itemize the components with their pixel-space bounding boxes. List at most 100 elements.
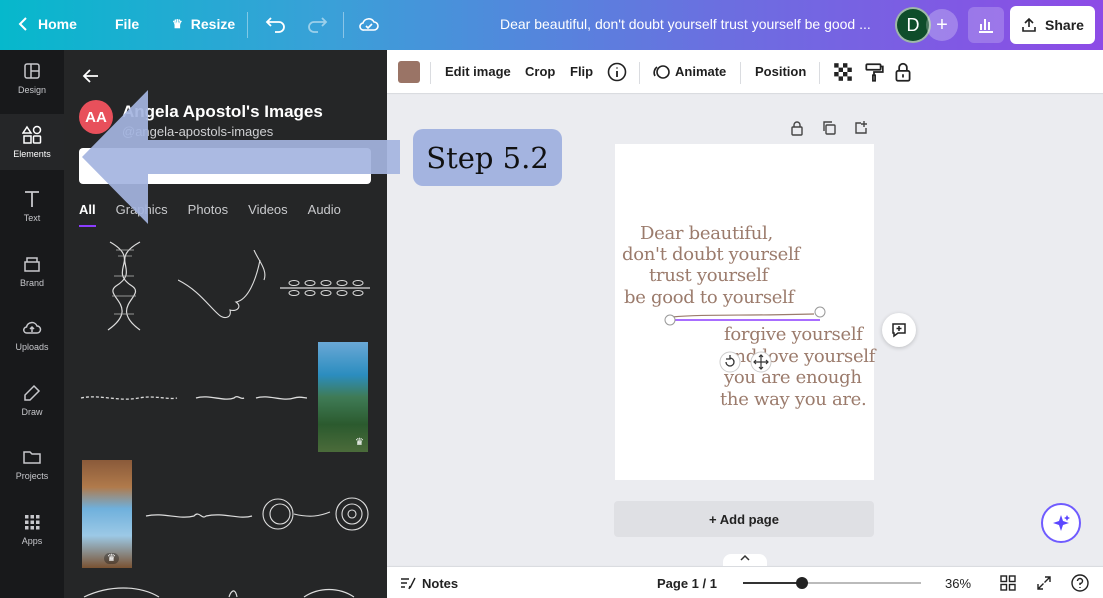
layout-icon (24, 63, 40, 79)
lock-page-icon[interactable] (789, 120, 805, 136)
redo-icon[interactable] (306, 14, 328, 34)
laurel-branch-graphic[interactable] (278, 274, 372, 302)
crown-icon: ♛ (172, 17, 183, 31)
divider (247, 12, 248, 38)
ocean-cliff-photo[interactable]: ♛ (318, 342, 368, 452)
share-label: Share (1045, 17, 1084, 33)
selected-flourish-element[interactable] (664, 306, 828, 326)
home-button[interactable]: Home (18, 16, 77, 32)
step-label-annotation: Step 5.2 (413, 129, 562, 186)
divider (430, 62, 431, 84)
quote-line[interactable]: forgive yourself (724, 324, 863, 346)
chevron-left-icon (18, 17, 27, 31)
rail-item-design[interactable]: Design (0, 50, 64, 106)
grid-icon (25, 515, 40, 530)
cloud-saved-icon[interactable] (358, 13, 380, 35)
add-page-button[interactable]: + Add page (614, 501, 874, 537)
info-icon[interactable] (606, 61, 628, 83)
sparkle-icon (1053, 515, 1070, 531)
edit-toolbar: Edit image Crop Flip Animate Position (387, 50, 1103, 94)
move-handle-icon[interactable] (750, 351, 772, 373)
divider (819, 62, 820, 84)
quote-line[interactable]: don't doubt yourself (622, 244, 800, 266)
edit-image-button[interactable]: Edit image (445, 64, 511, 79)
add-collaborator-button[interactable]: + (926, 9, 958, 41)
resize-label: Resize (190, 16, 236, 32)
add-comment-button[interactable] (882, 313, 916, 347)
quote-line[interactable]: Dear beautiful, (640, 223, 773, 245)
holding-hands-line-graphic[interactable] (178, 250, 270, 322)
beach-umbrella-photo[interactable]: ♛ (82, 460, 132, 568)
position-button[interactable]: Position (755, 64, 806, 79)
rail-label: Projects (15, 471, 49, 481)
fullscreen-icon[interactable] (1036, 575, 1052, 591)
swirl-divider-graphic[interactable] (194, 388, 309, 408)
upload-cloud-icon (23, 321, 42, 334)
top-bar: Home File ♛ Resize Dear beautiful, don't… (0, 0, 1103, 50)
folder-icon (23, 451, 41, 464)
notes-icon (401, 577, 416, 590)
add-page-icon[interactable] (853, 120, 869, 136)
flip-button[interactable]: Flip (570, 64, 593, 79)
scribble-spiral-graphic[interactable] (260, 494, 372, 534)
crop-button[interactable]: Crop (525, 64, 555, 79)
step-arrow-annotation (82, 90, 400, 224)
rotate-handle-icon[interactable] (719, 351, 741, 373)
color-swatch[interactable] (398, 61, 420, 83)
file-label: File (115, 16, 140, 32)
rail-item-elements[interactable]: Elements (0, 114, 64, 170)
magic-assistant-button[interactable] (1041, 503, 1081, 543)
quote-line[interactable]: and love yourself (724, 346, 875, 368)
flourish-divider-graphic[interactable] (144, 506, 254, 526)
rail-item-projects[interactable]: Projects (0, 436, 64, 492)
rail-label: Text (23, 213, 41, 223)
dotted-divider-graphic[interactable] (79, 388, 179, 408)
page-indicator[interactable]: Page 1 / 1 (657, 576, 717, 591)
resize-button[interactable]: ♛ Resize (172, 16, 235, 32)
show-pages-toggle[interactable] (723, 554, 767, 566)
rail-item-brand[interactable]: Brand (0, 243, 64, 299)
quote-line[interactable]: you are enough (724, 367, 862, 389)
quote-line[interactable]: trust yourself (649, 265, 768, 287)
help-icon[interactable] (1071, 574, 1089, 592)
shapes-icon (22, 125, 42, 144)
share-button[interactable]: Share (1010, 6, 1095, 44)
home-label: Home (38, 16, 77, 32)
file-menu[interactable]: File (115, 16, 139, 32)
rail-label: Draw (21, 407, 43, 417)
quote-line[interactable]: the way you are. (720, 389, 867, 411)
bottom-bar: Notes Page 1 / 1 36% (387, 566, 1103, 598)
comment-plus-icon (892, 323, 906, 338)
bar-chart-icon (979, 19, 993, 33)
insights-button[interactable] (968, 7, 1004, 43)
lock-icon[interactable] (892, 61, 914, 83)
chevron-up-icon (740, 554, 750, 561)
pen-icon (24, 384, 41, 401)
side-rail: Design Elements Text Brand Uploads Draw … (0, 50, 64, 598)
rail-item-draw[interactable]: Draw (0, 372, 64, 428)
duplicate-page-icon[interactable] (821, 120, 837, 136)
animate-icon (653, 65, 670, 79)
animate-button[interactable]: Animate (675, 64, 726, 79)
rail-item-uploads[interactable]: Uploads (0, 307, 64, 363)
upload-icon (1022, 17, 1036, 32)
rail-label: Brand (19, 278, 45, 288)
plus-icon: + (936, 13, 948, 36)
undo-icon[interactable] (265, 14, 287, 34)
dna-helix-graphic[interactable] (102, 240, 147, 332)
notes-button[interactable]: Notes (422, 576, 458, 591)
crown-icon: ♛ (104, 553, 119, 564)
zoom-slider[interactable] (743, 577, 921, 589)
document-title[interactable]: Dear beautiful, don't doubt yourself tru… (500, 16, 871, 32)
zoom-level[interactable]: 36% (945, 576, 971, 591)
paint-roller-icon[interactable] (863, 61, 885, 83)
transparency-icon[interactable] (832, 61, 854, 83)
more-graphics-row[interactable] (79, 585, 369, 598)
divider (343, 12, 344, 38)
rail-label: Design (17, 85, 46, 95)
rail-item-apps[interactable]: Apps (0, 501, 64, 557)
rail-item-text[interactable]: Text (0, 178, 64, 234)
grid-view-icon[interactable] (1000, 575, 1016, 591)
zoom-slider-thumb[interactable] (795, 577, 808, 589)
back-arrow-icon[interactable] (81, 66, 101, 86)
